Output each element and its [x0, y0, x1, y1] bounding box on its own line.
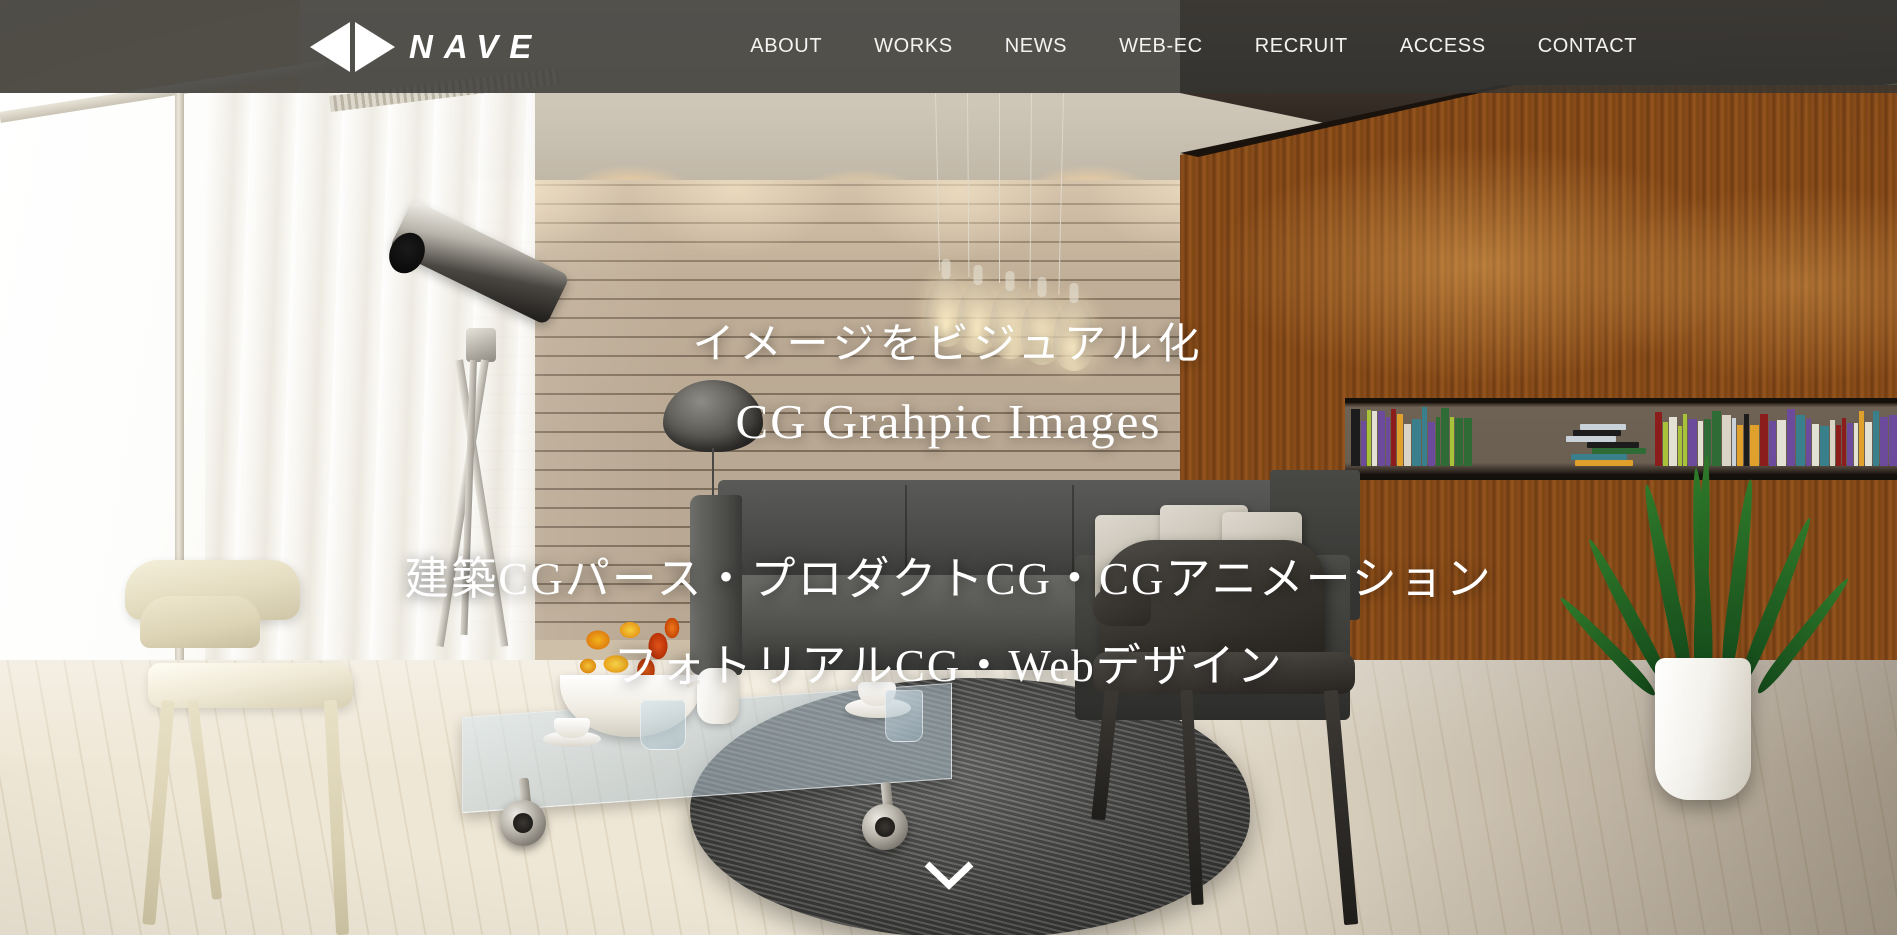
book: [1404, 424, 1411, 466]
nav-item-web-ec[interactable]: WEB-EC: [1093, 35, 1229, 58]
glass-vase: [640, 700, 686, 750]
book: [1865, 422, 1872, 466]
pendant-cord: [967, 93, 969, 277]
book: [1842, 418, 1846, 466]
bookshelf: [1345, 398, 1897, 480]
brand-name: NAVE: [409, 28, 542, 66]
book-stack: [1587, 442, 1639, 448]
book: [1769, 421, 1776, 466]
book: [1744, 414, 1749, 466]
book: [1669, 417, 1677, 466]
book: [1777, 420, 1786, 466]
book-stack: [1566, 436, 1616, 442]
book: [1806, 419, 1811, 466]
book: [1836, 425, 1841, 466]
book-stack: [1580, 424, 1626, 430]
book: [1812, 424, 1819, 466]
book: [1854, 423, 1858, 466]
telescope-mount: [466, 328, 496, 362]
book: [1683, 414, 1687, 466]
nave-logo-icon: [310, 22, 395, 72]
book-stack: [1592, 448, 1646, 454]
triangle-right-icon: [355, 22, 395, 72]
nav-item-about[interactable]: ABOUT: [724, 35, 848, 58]
book: [1450, 417, 1454, 466]
site-logo[interactable]: NAVE: [310, 22, 542, 72]
book: [1760, 414, 1768, 466]
hero-background-image: [0, 0, 1897, 935]
nav-item-works[interactable]: WORKS: [848, 35, 979, 58]
dark-chair-armrest: [1093, 588, 1151, 626]
main-navigation: ABOUT WORKS NEWS WEB-EC RECRUIT ACCESS CONTACT: [724, 35, 1663, 58]
pendant-cord: [1029, 93, 1032, 289]
table-caster-wheel: [862, 804, 908, 850]
book: [1859, 411, 1864, 466]
book: [1750, 425, 1759, 466]
book: [1351, 409, 1360, 466]
book: [1367, 410, 1371, 466]
book: [1873, 411, 1879, 466]
coffee-cup: [554, 718, 590, 738]
book: [1464, 418, 1472, 466]
triangle-left-icon: [310, 22, 350, 72]
nav-item-news[interactable]: NEWS: [979, 35, 1093, 58]
site-header: NAVE ABOUT WORKS NEWS WEB-EC RECRUIT ACCESS CO…: [0, 0, 1897, 93]
book: [1847, 423, 1853, 466]
book: [1688, 419, 1697, 466]
pendant-bulb: [1053, 299, 1095, 371]
scroll-down-button[interactable]: [921, 858, 977, 897]
plant-pot: [1655, 658, 1751, 800]
cream-chair-seat: [148, 663, 353, 708]
cream-chair-backrest-inner: [140, 596, 260, 648]
book-stack: [1575, 460, 1633, 466]
book: [1655, 412, 1662, 466]
book: [1663, 422, 1668, 466]
book: [1830, 420, 1835, 466]
book: [1732, 418, 1736, 466]
book: [1455, 418, 1463, 466]
dark-chair-seat: [1093, 652, 1355, 694]
teapot: [697, 668, 739, 724]
book: [1787, 409, 1795, 466]
sofa-armrest: [690, 495, 742, 675]
chevron-down-icon: [921, 858, 977, 892]
book: [1880, 417, 1888, 466]
pendant-lamp-cluster: [905, 93, 1095, 383]
book: [1391, 409, 1396, 466]
book: [1372, 411, 1377, 466]
nav-item-recruit[interactable]: RECRUIT: [1229, 35, 1374, 58]
book: [1698, 421, 1703, 466]
page-root: NAVE ABOUT WORKS NEWS WEB-EC RECRUIT ACCESS CO…: [0, 0, 1897, 935]
book: [1361, 421, 1366, 466]
book: [1428, 422, 1435, 466]
book: [1796, 415, 1805, 466]
book: [1397, 414, 1403, 466]
book: [1441, 408, 1449, 466]
book: [1386, 417, 1390, 466]
pendant-cord: [999, 93, 1000, 283]
book-stack: [1573, 430, 1621, 436]
book: [1678, 426, 1682, 466]
book: [1436, 417, 1440, 466]
book: [1422, 407, 1427, 466]
book: [1889, 415, 1897, 466]
book: [1378, 411, 1385, 466]
table-caster-wheel: [500, 800, 546, 846]
book: [1820, 426, 1829, 466]
pendant-cord: [935, 93, 940, 271]
book: [1712, 411, 1721, 466]
book-stack: [1571, 454, 1627, 460]
nav-item-access[interactable]: ACCESS: [1374, 35, 1512, 58]
book: [1722, 415, 1731, 466]
book: [1737, 425, 1743, 466]
pendant-cord: [1058, 93, 1064, 295]
glass-vase: [885, 690, 923, 742]
book: [1412, 419, 1421, 466]
nav-item-contact[interactable]: CONTACT: [1512, 35, 1663, 58]
